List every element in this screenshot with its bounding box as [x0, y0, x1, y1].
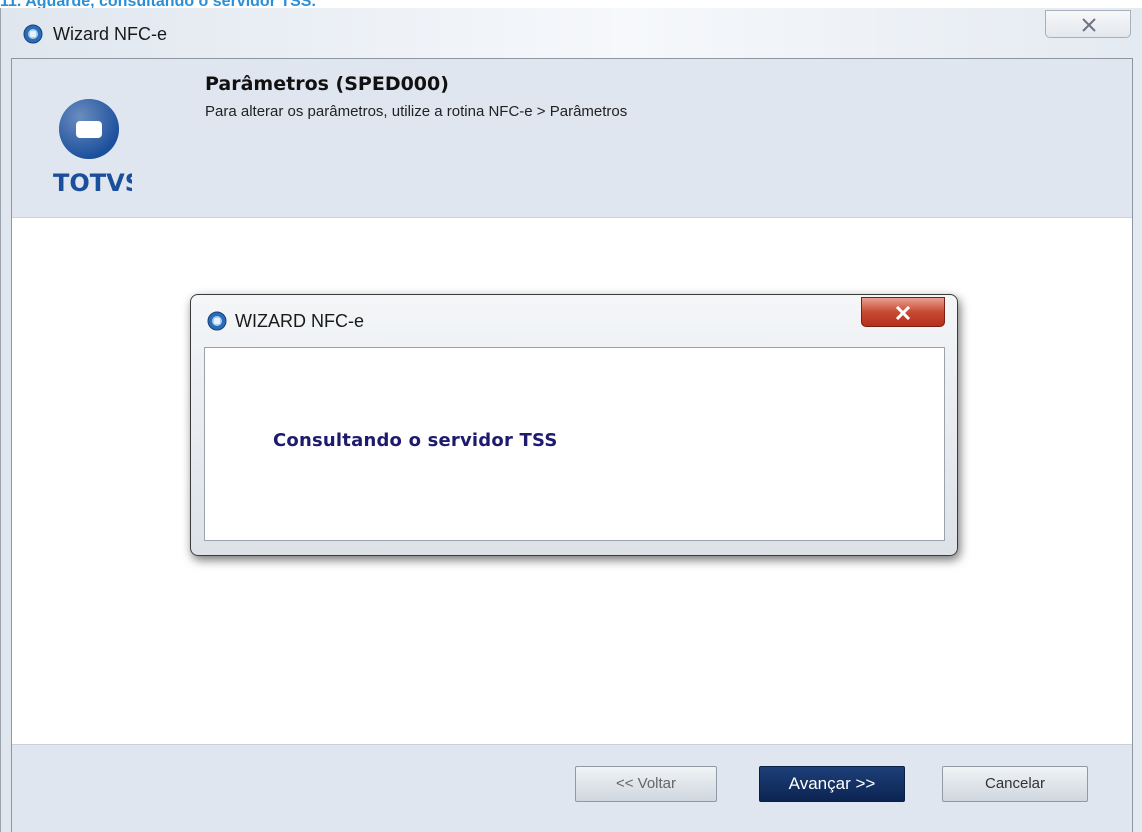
- app-globe-icon: [23, 24, 43, 44]
- title-bar[interactable]: Wizard NFC-e: [1, 8, 1142, 58]
- window-title: Wizard NFC-e: [53, 24, 168, 44]
- page-title: Parâmetros (SPED000): [205, 73, 449, 95]
- wizard-footer: << Voltar Avançar >> Cancelar: [12, 744, 1132, 832]
- close-icon: [895, 306, 911, 320]
- dialog-close-button[interactable]: [861, 297, 945, 327]
- window-close-button[interactable]: [1045, 10, 1131, 38]
- dialog-globe-icon: [207, 311, 227, 331]
- cancel-button[interactable]: Cancelar: [942, 766, 1088, 802]
- dialog-message: Consultando o servidor TSS: [273, 430, 558, 451]
- totvs-logo: TOTVS: [52, 97, 142, 197]
- close-icon: [1082, 18, 1096, 32]
- wizard-header: TOTVS Parâmetros (SPED000) Para alterar …: [12, 59, 1132, 218]
- back-button[interactable]: << Voltar: [575, 766, 717, 802]
- dialog-title: WIZARD NFC-e: [235, 311, 364, 331]
- next-button[interactable]: Avançar >>: [759, 766, 905, 802]
- page-subtitle: Para alterar os parâmetros, utilize a ro…: [205, 103, 628, 120]
- logo-text: TOTVS: [53, 169, 132, 197]
- dialog-content: Consultando o servidor TSS: [204, 347, 945, 541]
- progress-dialog: WIZARD NFC-e Consultando o servidor TSS: [190, 294, 958, 556]
